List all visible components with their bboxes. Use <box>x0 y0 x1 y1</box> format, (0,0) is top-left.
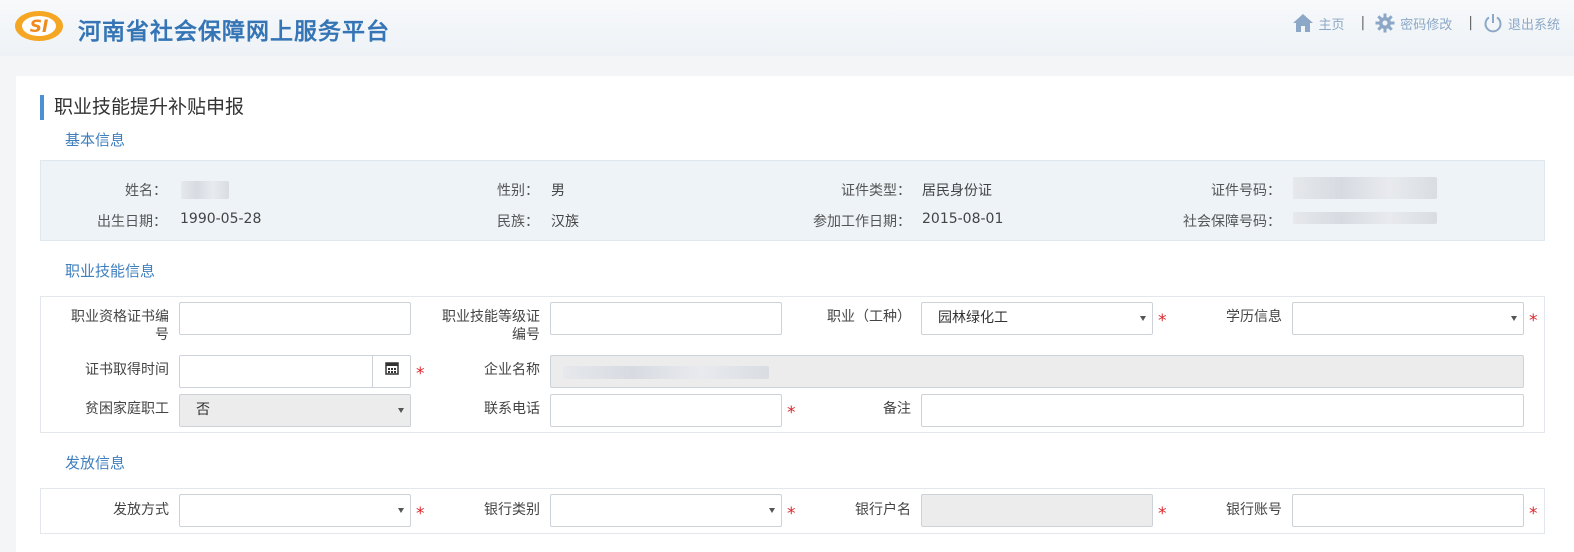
skill-info-form: 职业资格证书编号 职业技能等级证编号 职业（工种） 园林绿化工 * 学历信息 *… <box>40 296 1545 433</box>
education-label: 学历信息 <box>1226 309 1282 325</box>
remark-label: 备注 <box>883 401 911 417</box>
required-mark: * <box>787 504 796 524</box>
education-select[interactable] <box>1292 302 1524 335</box>
ethnic-label: 民族： <box>497 214 539 230</box>
nav-change-password[interactable]: 密码修改 <box>1375 13 1452 33</box>
bank-type-label: 银行类别 <box>484 502 540 518</box>
top-bar: SI 河南省社会保障网上服务平台 主页 | 密码修改 | 退出系统 <box>0 0 1574 56</box>
top-nav: 主页 | 密码修改 | 退出系统 <box>1292 13 1560 33</box>
ssn-label: 社会保障号码： <box>1183 214 1281 230</box>
basic-info-box: 姓名： 性别： 男 证件类型： 居民身份证 证件号码： 出生日期： 1990-0… <box>40 160 1545 241</box>
cert-no-input[interactable] <box>179 302 411 335</box>
account-name-input <box>921 494 1153 527</box>
section-title-basic-info: 基本信息 <box>65 131 126 149</box>
required-mark: * <box>1158 504 1167 524</box>
required-mark: * <box>416 364 425 384</box>
payment-info-form: 发放方式 * 银行类别 * 银行户名 * 银行账号 * <box>40 488 1545 534</box>
gender-label: 性别： <box>497 183 539 199</box>
account-name-label: 银行户名 <box>855 502 911 518</box>
id-type-value: 居民身份证 <box>922 183 992 199</box>
cert-date-label: 证书取得时间 <box>85 362 169 378</box>
nav-separator: | <box>1360 15 1366 31</box>
account-no-input[interactable] <box>1292 494 1524 527</box>
site-logo[interactable]: SI <box>14 10 64 42</box>
id-number-label: 证件号码： <box>1211 183 1281 199</box>
section-title-skill-info: 职业技能信息 <box>65 262 156 280</box>
required-mark: * <box>416 504 425 524</box>
account-no-label: 银行账号 <box>1226 502 1282 518</box>
company-label: 企业名称 <box>484 362 540 378</box>
ethnic-value: 汉族 <box>551 214 579 230</box>
required-mark: * <box>1158 311 1167 331</box>
nav-change-password-label: 密码修改 <box>1400 17 1453 33</box>
nav-logout-label: 退出系统 <box>1507 17 1560 33</box>
calendar-button[interactable] <box>372 356 410 387</box>
company-input <box>550 355 1524 388</box>
nav-logout[interactable]: 退出系统 <box>1483 13 1560 33</box>
required-mark: * <box>1529 311 1538 331</box>
site-title: 河南省社会保障网上服务平台 <box>78 19 390 45</box>
required-mark: * <box>1529 504 1538 524</box>
id-type-label: 证件类型： <box>841 183 911 199</box>
home-icon <box>1292 13 1314 33</box>
calendar-icon <box>384 356 399 387</box>
gender-value: 男 <box>551 183 565 199</box>
birth-date-label: 出生日期： <box>97 214 167 230</box>
name-label: 姓名： <box>125 183 167 199</box>
ssn-value-redacted <box>1293 212 1437 224</box>
occupation-label: 职业（工种） <box>827 309 911 325</box>
company-value-redacted <box>563 366 769 379</box>
payment-method-select[interactable] <box>179 494 411 527</box>
level-no-input[interactable] <box>550 302 782 335</box>
poor-family-label: 贫困家庭职工 <box>85 401 169 417</box>
id-number-value-redacted <box>1293 177 1437 199</box>
nav-home[interactable]: 主页 <box>1292 13 1345 33</box>
page-title: 职业技能提升补贴申报 <box>40 95 244 120</box>
name-value-redacted <box>181 181 229 199</box>
power-icon <box>1483 13 1503 33</box>
poor-family-select: 否 <box>179 394 411 427</box>
nav-home-label: 主页 <box>1318 17 1345 33</box>
phone-label: 联系电话 <box>484 401 540 417</box>
bank-type-select[interactable] <box>550 494 782 527</box>
section-title-payment-info: 发放信息 <box>65 454 126 472</box>
nav-separator: | <box>1468 15 1473 31</box>
phone-input[interactable] <box>550 394 782 427</box>
cert-date-input[interactable] <box>179 355 411 388</box>
birth-date-value: 1990-05-28 <box>180 211 262 227</box>
work-date-value: 2015-08-01 <box>922 211 1004 227</box>
main-panel: 职业技能提升补贴申报 基本信息 姓名： 性别： 男 证件类型： 居民身份证 证件… <box>16 76 1574 552</box>
level-no-label: 职业技能等级证编号 <box>442 309 540 343</box>
gear-icon <box>1375 13 1395 33</box>
remark-input[interactable] <box>921 394 1524 427</box>
payment-method-label: 发放方式 <box>113 502 169 518</box>
logo-text: SI <box>30 17 49 37</box>
required-mark: * <box>787 403 796 423</box>
occupation-select[interactable]: 园林绿化工 <box>921 302 1153 335</box>
work-date-label: 参加工作日期： <box>813 214 911 230</box>
cert-no-label: 职业资格证书编号 <box>71 309 169 343</box>
